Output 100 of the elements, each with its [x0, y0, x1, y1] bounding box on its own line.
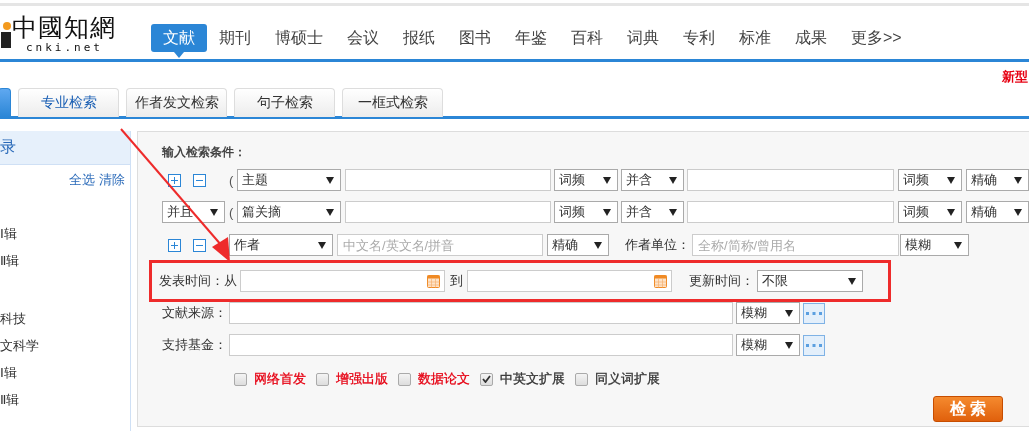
dropdown[interactable]: 精确 — [547, 234, 609, 256]
checkbox-label: 同义词扩展 — [595, 370, 660, 388]
dropdown[interactable]: 词频 — [898, 169, 962, 191]
checkbox-label: 增强出版 — [336, 370, 388, 388]
caret-icon — [954, 241, 962, 249]
more-button[interactable] — [803, 302, 825, 324]
caret-icon — [210, 208, 218, 216]
search-tab[interactable] — [0, 88, 11, 117]
dropdown[interactable]: 精确 — [966, 169, 1029, 191]
nav-tab[interactable]: 博硕士 — [263, 24, 335, 52]
sidebar-item[interactable]: Ⅱ辑 — [0, 391, 130, 408]
sidebar-item[interactable]: 文科学 — [0, 337, 130, 354]
input-field[interactable] — [345, 169, 551, 191]
dropdown[interactable]: 并含 — [621, 169, 684, 191]
field-label: 到 — [450, 272, 463, 290]
sidebar-action-link[interactable]: 清除 — [99, 171, 125, 189]
caret-icon — [603, 176, 611, 184]
checkbox-label: 网络首发 — [254, 370, 306, 388]
field-label: 发表时间：从 — [159, 272, 237, 290]
paren-text: ( — [229, 204, 235, 220]
search-tab[interactable]: 作者发文检索 — [126, 88, 227, 117]
checkbox[interactable] — [316, 372, 329, 386]
add-row-icon[interactable] — [168, 173, 181, 187]
caret-icon — [947, 176, 955, 184]
caret-icon — [848, 277, 856, 285]
input-field[interactable] — [229, 302, 733, 324]
dropdown[interactable]: 词频 — [554, 201, 618, 223]
dots-icon — [806, 343, 822, 347]
search-tab[interactable]: 专业检索 — [18, 88, 119, 117]
nav-tab[interactable]: 专利 — [671, 24, 727, 52]
caret-icon — [669, 208, 677, 216]
dropdown[interactable]: 精确 — [966, 201, 1029, 223]
pointer-icon — [174, 52, 184, 58]
form-heading: 输入检索条件： — [162, 144, 247, 161]
dots-icon — [806, 311, 822, 315]
remove-row-icon[interactable] — [193, 238, 206, 252]
search-tab[interactable]: 一框式检索 — [342, 88, 443, 117]
sidebar-item[interactable]: Ⅱ辑 — [0, 252, 130, 269]
search-tab[interactable]: 句子检索 — [234, 88, 335, 117]
caret-icon — [1014, 176, 1022, 184]
checkbox[interactable] — [480, 372, 493, 386]
caret-icon — [947, 208, 955, 216]
field-label: 作者单位： — [625, 236, 690, 254]
remove-row-icon[interactable] — [193, 173, 206, 187]
nav-tab[interactable]: 年鉴 — [503, 24, 559, 52]
dropdown[interactable]: 模糊 — [900, 234, 969, 256]
dropdown[interactable]: 模糊 — [736, 302, 800, 324]
caret-icon — [1014, 208, 1022, 216]
sidebar-item[interactable]: Ⅰ辑 — [0, 364, 130, 381]
dropdown[interactable]: 篇关摘 — [237, 201, 341, 223]
dropdown[interactable]: 词频 — [898, 201, 962, 223]
nav-tab[interactable]: 词典 — [615, 24, 671, 52]
nav-tab[interactable]: 图书 — [447, 24, 503, 52]
date-field[interactable] — [240, 270, 445, 292]
input-field[interactable] — [687, 201, 894, 223]
checkbox[interactable] — [234, 372, 247, 386]
input-field[interactable] — [229, 334, 733, 356]
sidebar-item[interactable]: Ⅰ辑 — [0, 225, 130, 242]
add-row-icon[interactable] — [168, 238, 181, 252]
field-label: 文献来源： — [162, 304, 228, 322]
caret-icon — [669, 176, 677, 184]
nav-tab[interactable]: 成果 — [783, 24, 839, 52]
sidebar-action-link[interactable]: 全选 — [69, 171, 95, 189]
sidebar-title: 录 — [0, 137, 16, 157]
checkbox[interactable] — [575, 372, 588, 386]
date-field[interactable] — [467, 270, 672, 292]
caret-icon — [318, 241, 326, 249]
dropdown[interactable]: 词频 — [554, 169, 618, 191]
logo-domain: cnki.net — [26, 42, 103, 54]
caret-icon — [785, 341, 793, 349]
caret-icon — [594, 241, 602, 249]
dropdown[interactable]: 不限 — [757, 270, 863, 292]
caret-icon — [326, 176, 334, 184]
nav-tab[interactable]: 更多>> — [839, 24, 914, 52]
nav-tab[interactable]: 标准 — [727, 24, 783, 52]
field-label: 更新时间： — [689, 272, 754, 290]
caret-icon — [785, 309, 793, 317]
calendar-icon[interactable] — [654, 274, 667, 288]
nav-tab[interactable]: 会议 — [335, 24, 391, 52]
author-input[interactable]: 中文名/英文名/拼音 — [337, 234, 543, 256]
checkbox[interactable] — [398, 372, 411, 386]
more-button[interactable] — [803, 334, 825, 356]
caret-icon — [326, 208, 334, 216]
top-right-link[interactable]: 新型 — [1002, 68, 1028, 86]
field-label: 支持基金： — [162, 336, 228, 354]
dropdown[interactable]: 作者 — [229, 234, 333, 256]
dropdown[interactable]: 主题 — [237, 169, 341, 191]
input-field[interactable] — [687, 169, 894, 191]
checkbox-label: 中英文扩展 — [500, 370, 565, 388]
calendar-icon[interactable] — [427, 274, 440, 288]
nav-tab[interactable]: 百科 — [559, 24, 615, 52]
paren-text: ( — [229, 172, 235, 188]
sidebar-item[interactable]: 科技 — [0, 310, 130, 327]
org-input[interactable]: 全称/简称/曾用名 — [692, 234, 899, 256]
nav-tab[interactable]: 报纸 — [391, 24, 447, 52]
input-field[interactable] — [345, 201, 551, 223]
dropdown[interactable]: 并含 — [621, 201, 684, 223]
caret-icon — [603, 208, 611, 216]
nav-tab[interactable]: 期刊 — [207, 24, 263, 52]
dropdown[interactable]: 模糊 — [736, 334, 800, 356]
